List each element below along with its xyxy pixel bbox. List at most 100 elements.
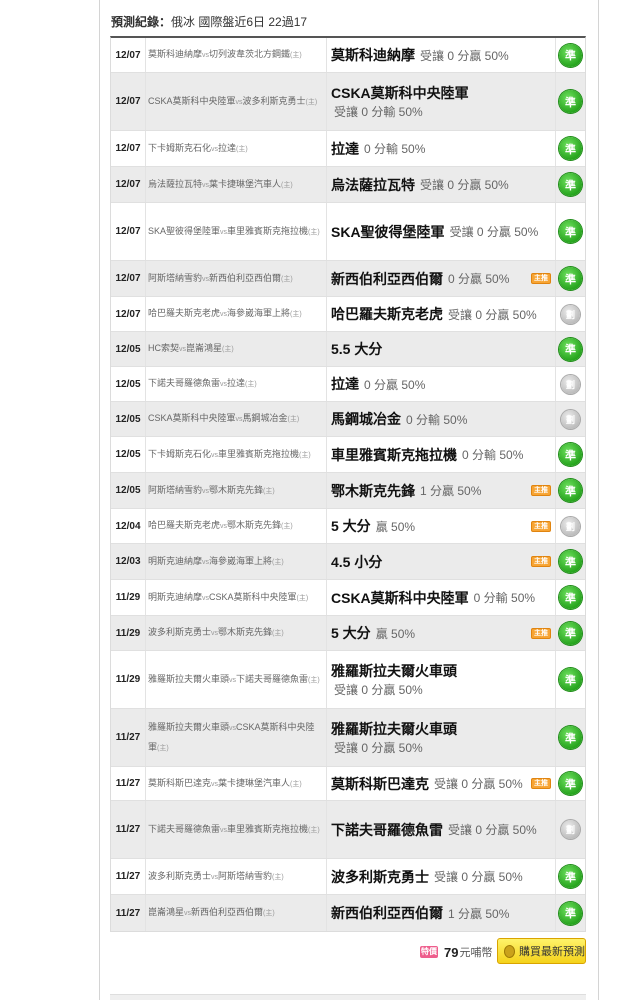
- home-team: 阿斯塔納雪豹: [148, 484, 203, 495]
- prediction-cell: 5 大分贏 50% 主推: [327, 616, 555, 650]
- prediction-cell: 拉達 0 分贏 50%: [327, 367, 555, 401]
- prediction-odds: 受讓 0 分贏 50%: [420, 48, 509, 63]
- home-team: SKA聖彼得堡陸軍: [148, 225, 221, 236]
- prediction-cell: CSKA莫斯科中央陸軍 受讓 0 分輸 50%: [327, 73, 555, 130]
- miss-badge-icon: 劃: [561, 820, 580, 839]
- match-date: 11/27: [115, 824, 141, 835]
- prediction-odds: 0 分輸 50%: [473, 591, 536, 605]
- miss-badge-icon: 劃: [561, 304, 580, 324]
- result-cell: 準: [555, 203, 585, 260]
- price-unit: 元哺幣: [459, 947, 493, 959]
- prediction-pick: 5 大分: [331, 518, 371, 534]
- table-row: 11/27 崑崙鴻星vs新西伯利亞西伯爾(主) 新西伯利亞西伯爾 1 分贏 50% 準: [111, 895, 585, 931]
- result-cell: 劃: [555, 297, 585, 331]
- hit-badge-icon: 準: [559, 90, 582, 113]
- home-team: 哈巴羅夫斯克老虎: [148, 308, 221, 318]
- home-team: CSKA莫斯科中央陸軍: [148, 413, 236, 423]
- home-marker: (主): [281, 523, 293, 530]
- result-cell: 準: [555, 580, 585, 615]
- result-cell: 準: [555, 167, 585, 202]
- home-marker: (主): [245, 381, 257, 388]
- buy-latest-prediction-button[interactable]: 購買最新預測: [497, 938, 586, 964]
- match-cell: CSKA莫斯科中央陸軍vs馬鋼城冶金(主): [145, 402, 327, 436]
- match-cell: 莫斯科斯巴達克vs葉卡捷琳堡汽車人(主): [145, 767, 327, 800]
- prediction-pick: 4.5 小分: [331, 553, 383, 570]
- home-marker: (主): [296, 594, 309, 602]
- prediction-odds: 受讓 0 分贏 50%: [434, 777, 523, 791]
- table-row: 12/05 下諾夫哥羅德魚雷vs拉達(主) 拉達 0 分贏 50% 劃: [111, 367, 585, 402]
- miss-badge-icon: 劃: [561, 409, 580, 429]
- result-cell: 準: [555, 437, 585, 472]
- match-date: 12/07: [115, 226, 141, 237]
- hit-badge-icon: 準: [559, 443, 582, 466]
- match-date: 12/03: [115, 556, 141, 567]
- hit-badge-icon: 準: [559, 43, 582, 67]
- prediction-cell: 4.5 小分 主推: [327, 544, 555, 579]
- away-team: 新西伯利亞西伯爾: [191, 907, 264, 917]
- prediction-pick: 雅羅斯拉夫爾火車頭: [331, 662, 457, 679]
- prediction-cell: 下諾夫哥羅德魚雷 受讓 0 分贏 50%: [327, 801, 555, 858]
- match-date: 12/05: [115, 413, 141, 425]
- match-cell: 波多利斯克勇士vs鄂木斯克先鋒(主): [145, 616, 327, 650]
- prediction-odds: 1 分贏 50%: [448, 906, 510, 921]
- prediction-pick: 莫斯科迪納摩: [331, 47, 415, 63]
- prediction-pick: 波多利斯克勇士: [331, 868, 429, 885]
- featured-tag: 主推: [531, 556, 551, 567]
- home-team: 明斯克迪納摩: [148, 555, 203, 566]
- home-marker: (主): [236, 145, 248, 153]
- miss-badge-icon: 劃: [561, 374, 580, 394]
- home-marker: (主): [290, 780, 302, 788]
- home-team: 明斯克迪納摩: [148, 591, 203, 602]
- prediction-pick: 莫斯科斯巴達克: [331, 775, 429, 792]
- home-marker: (主): [305, 98, 318, 106]
- away-team: 崑崙鴻星: [186, 343, 223, 353]
- table-row: 11/27 莫斯科斯巴達克vs葉卡捷琳堡汽車人(主) 莫斯科斯巴達克 受讓 0 分贏 …: [111, 767, 585, 801]
- prediction-cell: 車里雅賓斯克拖拉機 0 分輸 50%: [327, 437, 555, 472]
- result-cell: 準: [555, 767, 585, 800]
- match-cell: 哈巴羅夫斯克老虎vs海參崴海軍上將(主): [145, 297, 327, 331]
- hit-badge-icon: 準: [559, 479, 582, 502]
- vs-label: vs: [220, 381, 228, 388]
- away-team: 車里雅賓斯克拖拉機: [218, 448, 300, 459]
- vs-label: vs: [211, 451, 219, 459]
- prediction-pick: 新西伯利亞西伯爾: [331, 905, 443, 921]
- home-marker: (主): [308, 228, 320, 236]
- home-marker: (主): [281, 275, 293, 283]
- prediction-cell: 5 大分贏 50% 主推: [327, 509, 555, 543]
- vs-label: vs: [211, 145, 219, 153]
- vs-label: vs: [235, 98, 243, 106]
- match-cell: 崑崙鴻星vs新西伯利亞西伯爾(主): [145, 895, 327, 931]
- away-team: 下諾夫哥羅德魚雷: [236, 673, 309, 684]
- prediction-cell: 哈巴羅夫斯克老虎 受讓 0 分贏 50%: [327, 297, 555, 331]
- match-date: 11/27: [115, 778, 141, 789]
- prediction-odds: 0 分贏 50%: [448, 272, 510, 286]
- home-team: 哈巴羅夫斯克老虎: [148, 520, 221, 530]
- prediction-cell: 馬鋼城冶金 0 分輸 50%: [327, 402, 555, 436]
- match-cell: 阿斯塔納雪豹vs新西伯利亞西伯爾(主): [145, 261, 327, 296]
- home-marker: (主): [263, 910, 275, 917]
- home-team: HC索契: [148, 343, 179, 353]
- home-team: 下卡姆斯克石化: [148, 448, 212, 459]
- buy-button-label: 購買最新預測: [519, 946, 585, 958]
- match-cell: HC索契vs崑崙鴻星(主): [145, 332, 327, 366]
- away-team: 鄂木斯克先鋒: [209, 484, 264, 495]
- home-team: 莫斯科迪納摩: [148, 49, 203, 59]
- away-team: 鄂木斯克先鋒: [218, 627, 273, 637]
- away-team: 車里雅賓斯克拖拉機: [227, 823, 309, 834]
- result-cell: 劃: [555, 801, 585, 858]
- prediction-odds: 受讓 0 分贏 50%: [448, 823, 537, 837]
- prediction-pick: 5.5 大分: [331, 341, 383, 357]
- hit-badge-icon: 準: [559, 772, 582, 795]
- prediction-pick: 烏法薩拉瓦特: [331, 176, 415, 193]
- result-cell: 準: [555, 709, 585, 766]
- hit-badge-icon: 準: [559, 586, 582, 609]
- match-cell: 下卡姆斯克石化vs拉達(主): [145, 131, 327, 166]
- away-team: CSKA莫斯科中央陸軍: [209, 591, 297, 602]
- table-row: 12/07 CSKA莫斯科中央陸軍vs波多利斯克勇士(主) CSKA莫斯科中央陸軍受…: [111, 73, 585, 131]
- match-date: 12/05: [115, 485, 141, 496]
- result-cell: 準: [555, 261, 585, 296]
- match-date: 12/05: [115, 343, 141, 355]
- home-marker: (主): [290, 52, 302, 59]
- match-date: 11/29: [115, 674, 141, 685]
- vs-label: vs: [202, 52, 210, 59]
